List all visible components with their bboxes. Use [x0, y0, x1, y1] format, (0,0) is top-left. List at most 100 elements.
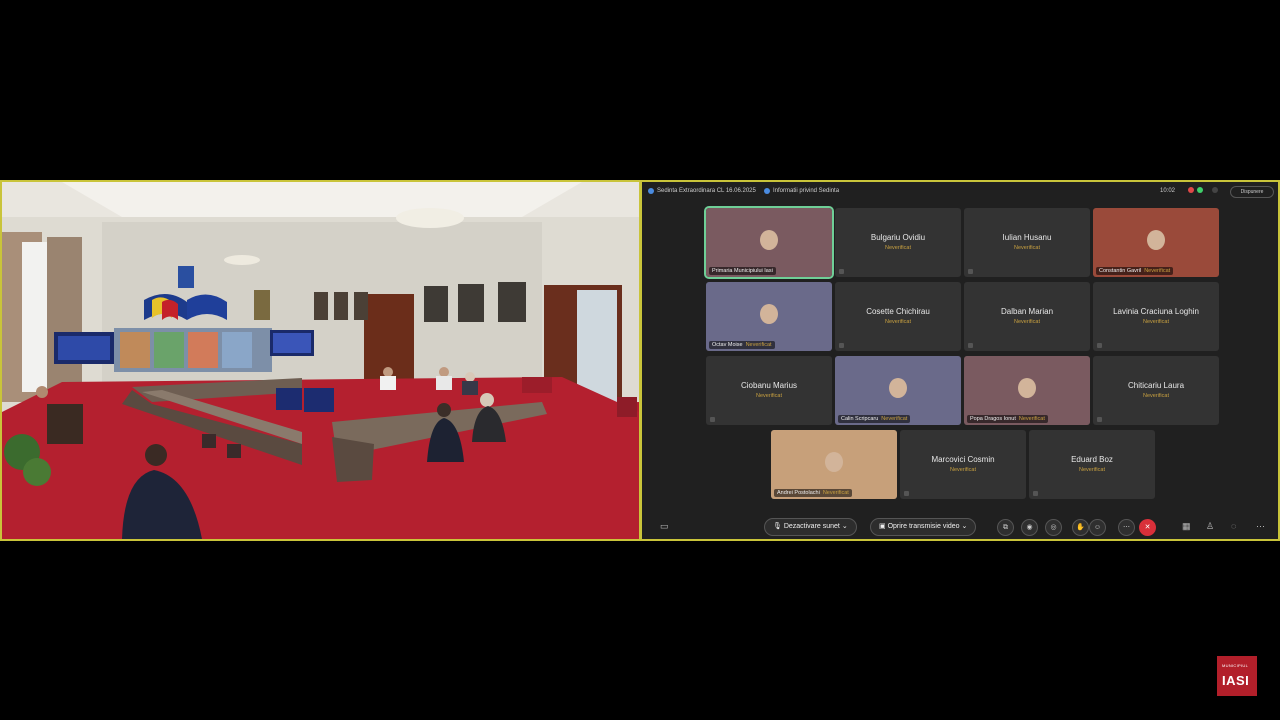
participant-status: Neverificat: [885, 245, 911, 251]
ai-assistant-icon[interactable]: ◉: [1021, 519, 1038, 536]
participant-caption: Andrei Postolachi Neverificat: [774, 489, 852, 497]
recording-icon[interactable]: [1188, 187, 1194, 193]
participant-name: Dalban Marian: [1000, 307, 1054, 316]
participant-name: Ciobanu Marius: [740, 381, 798, 390]
participant-status: Neverificat: [881, 416, 908, 422]
chat-bubble-icon[interactable]: ◌: [1231, 521, 1236, 531]
participant-caption: Calin Scripcaru Neverificat: [838, 415, 911, 423]
chevron-down-icon: ⌄: [961, 523, 968, 530]
participant-status: Neverificat: [822, 490, 849, 496]
participants-icon[interactable]: ♙: [1206, 521, 1214, 532]
layout-button-label: Dispunere: [1240, 189, 1264, 195]
participant-silhouette: [889, 378, 907, 398]
participant-status: Neverificat: [1143, 319, 1169, 325]
layout-button[interactable]: Dispunere: [1230, 186, 1274, 198]
chat-icon[interactable]: ▭: [660, 521, 669, 532]
participant-status: Neverificat: [1014, 245, 1040, 251]
meeting-control-bar: ▭ 🎙 Dezactivare sunet ⌄ ▣ Oprire transmi…: [642, 516, 1278, 538]
video-conference-window: Sedinta Extraordinara CL 16.06.2025 Info…: [640, 180, 1280, 541]
muted-microphone-icon: [839, 269, 844, 274]
participant-name: Calin Scripcaru: [841, 416, 879, 422]
security-icon[interactable]: [1197, 187, 1203, 193]
info-icon: [764, 188, 770, 194]
room-camera-feed: [0, 180, 641, 541]
participant-status: Neverificat: [1143, 393, 1169, 399]
camera-icon: ▣: [879, 523, 886, 530]
participant-status: Neverificat: [1144, 268, 1171, 274]
muted-microphone-icon: [1033, 491, 1038, 496]
participant-name: Iulian Husanu: [1002, 233, 1052, 242]
participant-name: Octav Moise: [712, 342, 743, 348]
apps-icon[interactable]: ▦: [1182, 521, 1191, 532]
participant-tile[interactable]: Cosette Chichirau Neverificat: [835, 282, 961, 351]
participant-name: Eduard Boz: [1071, 455, 1113, 464]
raise-hand-icon[interactable]: ✋: [1072, 519, 1089, 536]
participant-silhouette: [1018, 378, 1036, 398]
record-icon[interactable]: ◎: [1045, 519, 1062, 536]
leave-meeting-button[interactable]: ✕: [1139, 519, 1156, 536]
participant-silhouette: [1147, 230, 1165, 250]
participant-name: Chiticariu Laura: [1127, 381, 1185, 390]
logo-big-text: IASI: [1222, 673, 1250, 688]
meeting-info-button[interactable]: Informatii privind Sedinta: [764, 188, 839, 194]
participant-name: Popa Dragos Ionut: [970, 416, 1016, 422]
participant-status: Neverificat: [1079, 467, 1105, 473]
participant-name: Lavinia Craciuna Loghin: [1113, 307, 1199, 316]
mute-button[interactable]: 🎙 Dezactivare sunet ⌄: [764, 518, 857, 536]
meeting-info-label: Informatii privind Sedinta: [773, 188, 840, 194]
participant-caption: Primaria Municipiului Iasi: [709, 267, 776, 275]
participant-tile[interactable]: Octav Moise Neverificat: [706, 282, 832, 351]
muted-microphone-icon: [1097, 343, 1102, 348]
participant-name: Constantin Gavril: [1099, 268, 1142, 274]
muted-microphone-icon: [1097, 417, 1102, 422]
search-icon[interactable]: [1212, 187, 1218, 193]
participant-tile[interactable]: Primaria Municipiului Iasi: [704, 206, 834, 279]
participant-tile[interactable]: Popa Dragos Ionut Neverificat: [964, 356, 1090, 425]
more-options-icon[interactable]: ⋯: [1118, 519, 1135, 536]
muted-microphone-icon: [904, 491, 909, 496]
stop-video-label: Oprire transmisie video: [887, 523, 960, 530]
microphone-icon: 🎙: [773, 523, 782, 530]
meeting-icon: [648, 188, 654, 194]
meeting-top-bar: Sedinta Extraordinara CL 16.06.2025 Info…: [642, 182, 1278, 202]
meeting-title[interactable]: Sedinta Extraordinara CL 16.06.2025: [648, 188, 756, 194]
meeting-title-text: Sedinta Extraordinara CL 16.06.2025: [657, 188, 756, 194]
participant-tile[interactable]: Iulian Husanu Neverificat: [964, 208, 1090, 277]
participant-status: Neverificat: [1014, 319, 1040, 325]
reactions-icon[interactable]: ☺: [1089, 519, 1106, 536]
participant-status: Neverificat: [885, 319, 911, 325]
window-controls: [1188, 187, 1218, 193]
participant-silhouette: [760, 304, 778, 324]
participant-tile[interactable]: Chiticariu Laura Neverificat: [1093, 356, 1219, 425]
participant-caption: Constantin Gavril Neverificat: [1096, 267, 1174, 275]
participant-tile[interactable]: Calin Scripcaru Neverificat: [835, 356, 961, 425]
participant-silhouette: [760, 230, 778, 250]
participant-tile[interactable]: Andrei Postolachi Neverificat: [771, 430, 897, 499]
share-screen-icon[interactable]: ⧉: [997, 519, 1014, 536]
chevron-down-icon: ⌄: [841, 523, 848, 530]
muted-microphone-icon: [710, 417, 715, 422]
participant-tile[interactable]: Ciobanu Marius Neverificat: [706, 356, 832, 425]
participant-name: Cosette Chichirau: [866, 307, 930, 316]
muted-microphone-icon: [839, 343, 844, 348]
participant-status: Neverificat: [756, 393, 782, 399]
more-panel-icon[interactable]: ⋯: [1256, 521, 1265, 532]
participant-tile[interactable]: Bulgariu Ovidiu Neverificat: [835, 208, 961, 277]
participant-name: Bulgariu Ovidiu: [870, 233, 926, 242]
participant-tile[interactable]: Constantin Gavril Neverificat: [1093, 208, 1219, 277]
participant-silhouette: [825, 452, 843, 472]
participant-name: Andrei Postolachi: [777, 490, 820, 496]
participant-status: Neverificat: [745, 342, 772, 348]
stop-video-button[interactable]: ▣ Oprire transmisie video ⌄: [870, 518, 977, 536]
participant-tile[interactable]: Dalban Marian Neverificat: [964, 282, 1090, 351]
participant-name: Marcovici Cosmin: [931, 455, 995, 464]
mute-label: Dezactivare sunet: [783, 523, 840, 530]
muted-microphone-icon: [968, 269, 973, 274]
participant-tile[interactable]: Marcovici Cosmin Neverificat: [900, 430, 1026, 499]
participant-caption: Popa Dragos Ionut Neverificat: [967, 415, 1048, 423]
participant-tile[interactable]: Lavinia Craciuna Loghin Neverificat: [1093, 282, 1219, 351]
participant-status: Neverificat: [950, 467, 976, 473]
participant-tile[interactable]: Eduard Boz Neverificat: [1029, 430, 1155, 499]
participant-status: Neverificat: [1018, 416, 1045, 422]
participant-name: Primaria Municipiului Iasi: [712, 268, 773, 274]
